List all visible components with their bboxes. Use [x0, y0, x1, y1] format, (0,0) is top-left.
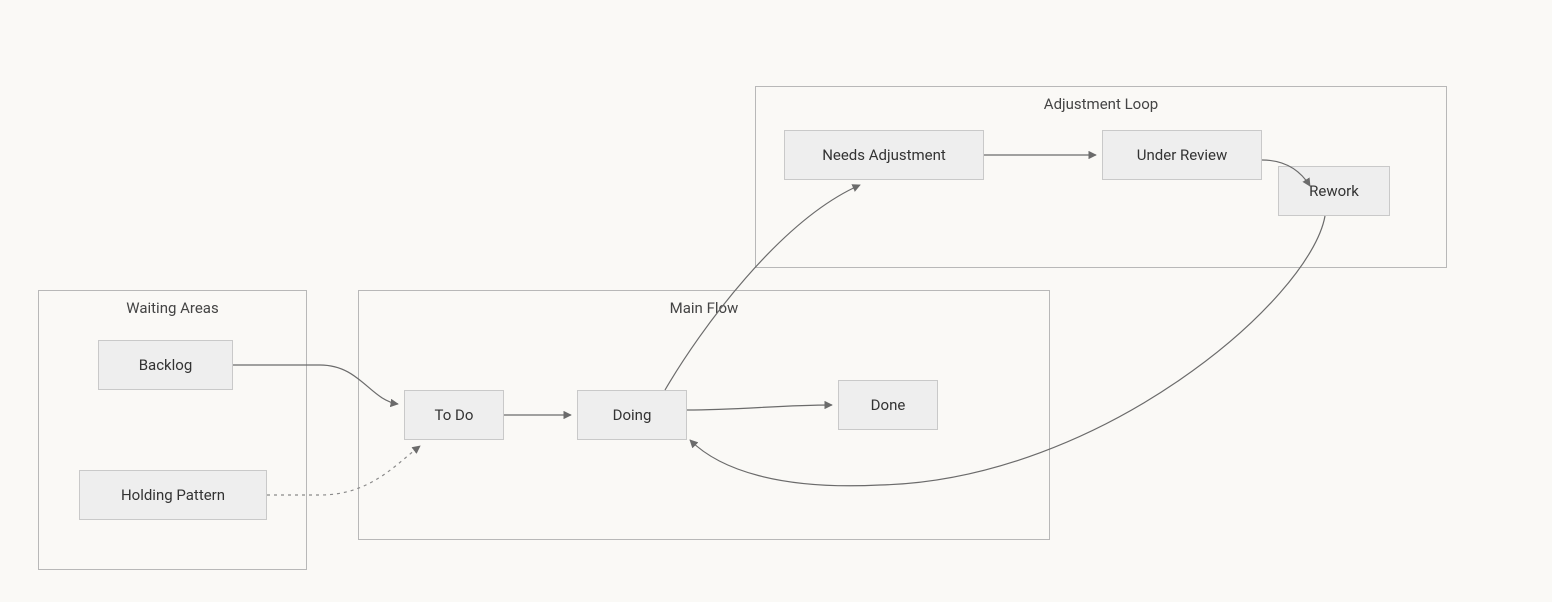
node-under-review: Under Review — [1102, 130, 1262, 180]
node-label: To Do — [435, 406, 474, 424]
node-label: Holding Pattern — [121, 486, 225, 504]
node-label: Done — [871, 396, 906, 414]
node-label: Rework — [1309, 182, 1359, 200]
node-backlog: Backlog — [98, 340, 233, 390]
group-title-waiting: Waiting Areas — [39, 299, 306, 317]
node-label: Needs Adjustment — [822, 146, 946, 164]
node-holding-pattern: Holding Pattern — [79, 470, 267, 520]
node-todo: To Do — [404, 390, 504, 440]
node-label: Doing — [613, 406, 652, 424]
group-title-adjustment: Adjustment Loop — [756, 95, 1446, 113]
node-doing: Doing — [577, 390, 687, 440]
node-needs-adjustment: Needs Adjustment — [784, 130, 984, 180]
node-rework: Rework — [1278, 166, 1390, 216]
group-title-main: Main Flow — [359, 299, 1049, 317]
node-label: Under Review — [1137, 146, 1227, 164]
node-label: Backlog — [139, 356, 193, 374]
group-waiting-areas: Waiting Areas — [38, 290, 307, 570]
node-done: Done — [838, 380, 938, 430]
diagram-canvas: Waiting Areas Main Flow Adjustment Loop … — [0, 0, 1552, 602]
